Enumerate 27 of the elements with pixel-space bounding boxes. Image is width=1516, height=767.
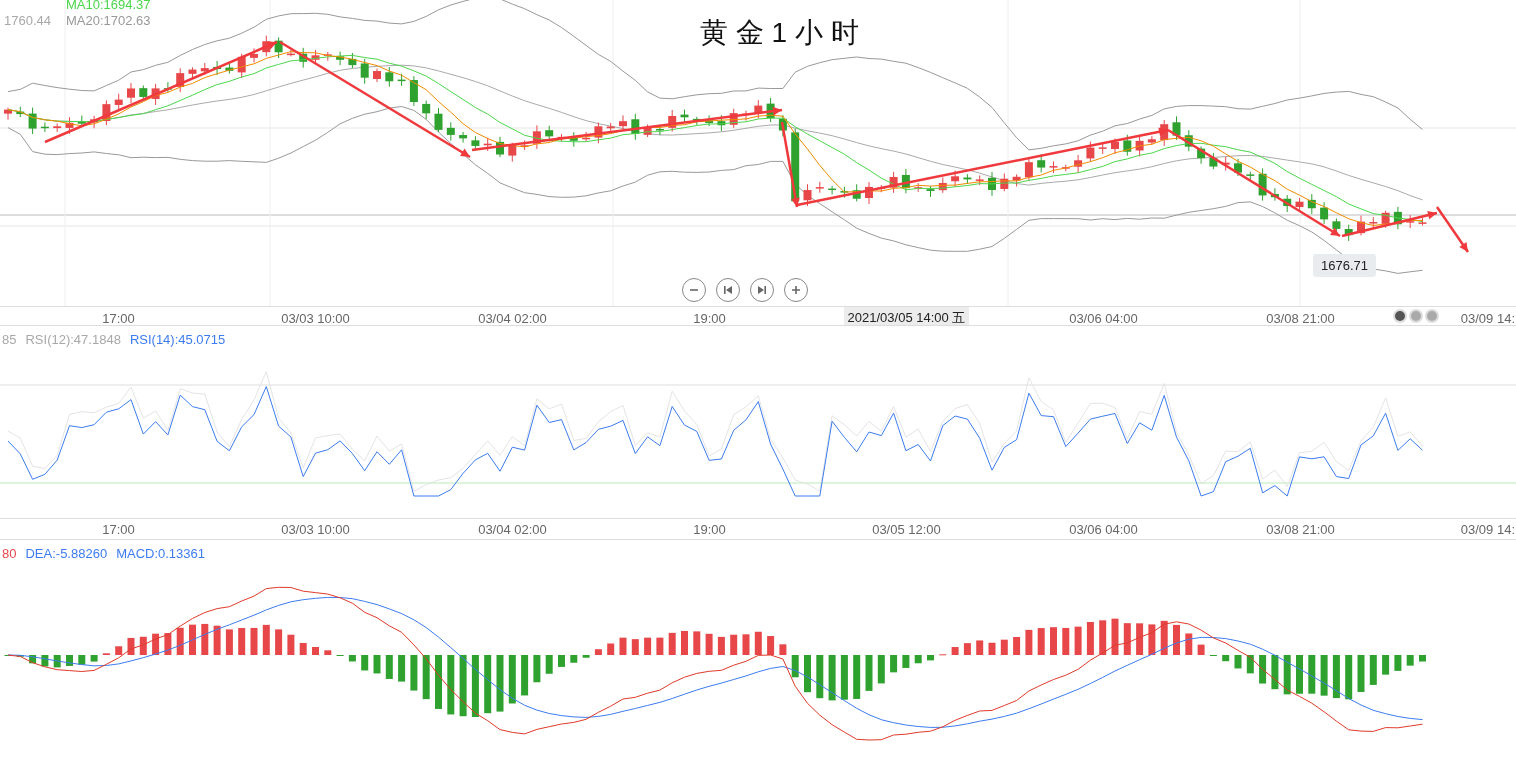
time-axis-label: 03/06 04:00 [1068,520,1139,539]
time-axis-label: 03/08 21:00 [1265,520,1336,539]
time-axis-label: 17:00 [101,520,136,539]
time-axis-label: 03/03 10:00 [280,309,351,325]
time-axis-label: 03/09 14: [1459,309,1516,325]
indicator-label: RSI(12):47.1848 [25,332,121,347]
chart-title: 黄 金 1 小 时 [700,16,859,50]
indicator-label: MA10:1694.37 [66,0,151,13]
time-axis-label: 03/04 02:00 [477,520,548,539]
indicator-label: 80 [2,546,17,561]
time-axis-label: 19:00 [692,520,727,539]
time-axis-label: 17:00 [101,309,136,325]
time-axis-label: 03/06 04:00 [1068,309,1139,325]
time-axis-label: 03/09 14: [1459,520,1516,539]
time-axis-label: 03/08 21:00 [1265,309,1336,325]
indicator-label: DEA:-5.88260 [25,546,108,561]
indicator-label: MACD:0.13361 [116,546,206,561]
time-axis-label: 03/04 02:00 [477,309,548,325]
indicator-label: 1760.44 [4,13,52,29]
time-axis-label: 03/03 10:00 [280,520,351,539]
time-axis-label: 03/05 12:00 [871,520,942,539]
indicator-label: RSI(14):45.0715 [129,332,226,347]
time-axis-label: 19:00 [692,309,727,325]
indicator-label: MA20:1702.63 [66,13,151,29]
indicator-label: 85 [2,332,17,347]
price-label: 1676.71 [1313,254,1376,277]
time-axis-label: 2021/03/05 14:00 五 [843,307,970,325]
